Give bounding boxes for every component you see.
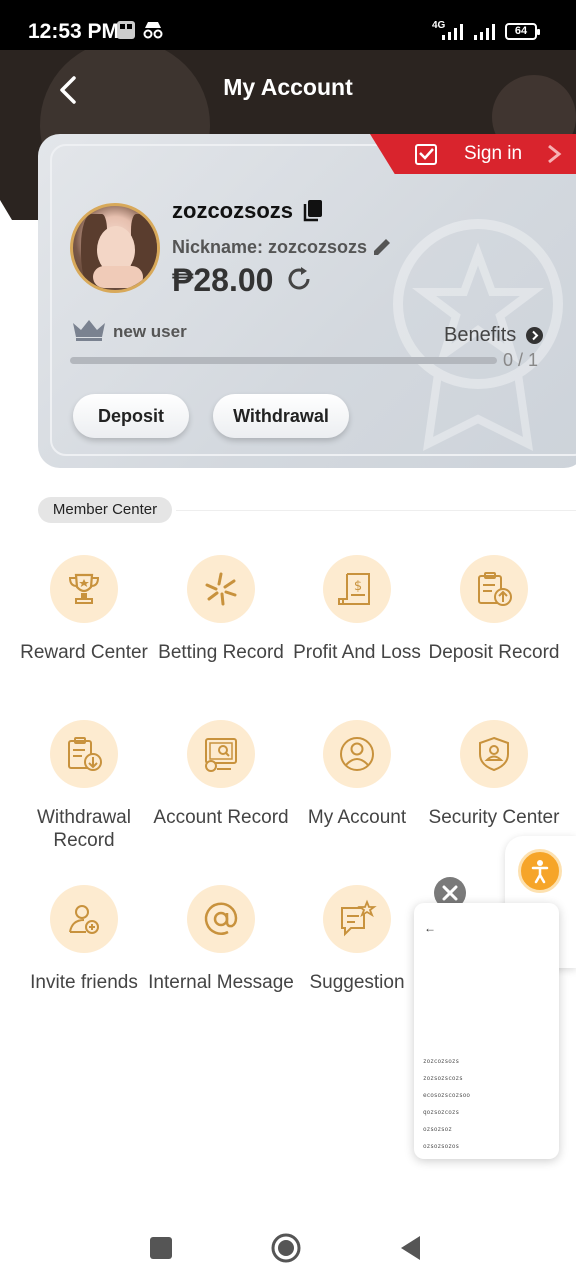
nickname: Nickname: zozcozsozs [172, 237, 368, 257]
monitor-search-icon [205, 738, 237, 772]
user-circle-icon [340, 737, 374, 771]
incognito-icon [143, 22, 163, 39]
trophy-icon [68, 573, 100, 604]
vip-level-label: new user [113, 322, 187, 341]
menu-label: Account Record [153, 807, 289, 828]
at-icon [204, 902, 238, 935]
accessibility-icon [531, 860, 549, 884]
copy-icon[interactable] [301, 198, 325, 222]
shield-user-icon [479, 736, 509, 772]
recent-apps-icon[interactable] [145, 1232, 177, 1264]
edit-pencil-icon[interactable] [371, 236, 393, 258]
menu-label: Internal Message [148, 972, 294, 993]
crown-icon [73, 320, 105, 341]
menu-label: Withdrawal Record [37, 807, 131, 851]
arrow-circle-right-icon[interactable] [526, 327, 543, 344]
pip-text-line: ecosozscozsoo [423, 1092, 470, 1099]
menu-label: Reward Center [20, 642, 148, 663]
clipboard-download-icon [68, 737, 102, 771]
menu-label: Betting Record [158, 642, 284, 663]
benefits-link[interactable]: Benefits [444, 324, 516, 347]
pip-text-line: zozsozscozs [423, 1075, 463, 1082]
menu-label: Profit And Loss [293, 642, 421, 663]
pip-text-line: ozsozsoz [423, 1126, 452, 1133]
pip-back-arrow: ← [424, 921, 436, 935]
back-icon[interactable] [395, 1232, 427, 1264]
status-bar: 12:53 PM 4G 64 [0, 0, 576, 50]
system-nav-bar [0, 1210, 576, 1280]
vip-progress-bar [70, 357, 497, 364]
menu-label: Suggestion [309, 972, 405, 993]
withdrawal-button[interactable]: Withdrawal [213, 394, 349, 438]
pip-text-line: qozsozcozs [423, 1109, 460, 1116]
signal-icon-2 [474, 24, 495, 40]
user-add-icon [69, 905, 99, 934]
sparkle-icon [205, 572, 237, 606]
home-icon[interactable] [270, 1232, 302, 1264]
menu-label: Deposit Record [428, 642, 560, 663]
picture-in-picture-window[interactable]: ← zozcozsozs zozsozscozs ecosozscozsoo q… [414, 903, 559, 1159]
message-star-icon [341, 899, 377, 937]
member-center-heading: Member Center [38, 497, 172, 523]
page-title: My Account [223, 74, 353, 100]
status-time: 12:53 PM [28, 20, 120, 43]
refresh-icon[interactable] [284, 264, 314, 294]
invoice-icon: $ [338, 573, 370, 605]
signal-icon [442, 24, 463, 40]
menu-label: My Account [307, 807, 407, 828]
menu-label: Security Center [428, 807, 560, 828]
username: zozcozsozs [172, 198, 294, 223]
clipboard-upload-icon [478, 572, 512, 606]
pip-text-line: ozsozsozos [423, 1143, 460, 1150]
battery-icon: 64 [505, 23, 540, 40]
gallery-icon [117, 21, 135, 39]
menu-label: Invite friends [30, 972, 138, 993]
svg-text:$: $ [354, 579, 362, 594]
chevron-right-icon [548, 144, 562, 164]
wallet-balance: ₱28.00 [172, 262, 274, 298]
calendar-check-icon [415, 144, 437, 165]
sign-in-label[interactable]: Sign in [464, 143, 522, 165]
divider [176, 510, 576, 511]
pip-text-line: zozcozsozs [423, 1058, 460, 1065]
accessibility-button[interactable] [518, 849, 562, 893]
avatar[interactable] [70, 203, 160, 293]
deposit-button[interactable]: Deposit [73, 394, 189, 438]
vip-progress-text: 0 / 1 [503, 350, 539, 370]
